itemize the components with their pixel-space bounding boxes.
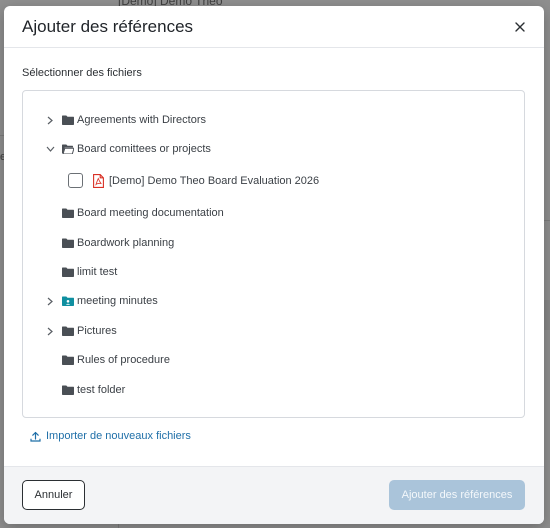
tree-item-agreements-with-directors[interactable]: Agreements with Directors	[23, 110, 323, 130]
tree-item-test-folder[interactable]: test folder	[23, 380, 323, 400]
tree-item-label: Rules of procedure	[77, 354, 170, 366]
close-icon	[515, 22, 525, 32]
tree-item-label: limit test	[77, 266, 118, 278]
file-checkbox[interactable]	[68, 173, 83, 188]
upload-new-files-link[interactable]: Importer de nouveaux fichiers	[30, 430, 191, 442]
chevron-right-icon[interactable]	[45, 296, 55, 306]
dialog-footer: Annuler Ajouter des références	[4, 466, 544, 524]
tree-item-limit-test[interactable]: limit test	[23, 262, 323, 282]
add-references-button[interactable]: Ajouter des références	[389, 480, 525, 510]
tree-item-label: Pictures	[77, 325, 117, 337]
add-references-dialog: Ajouter des références Sélectionner des …	[4, 6, 544, 524]
tree-item-label: Board meeting documentation	[77, 207, 224, 219]
close-button[interactable]	[510, 17, 530, 37]
tree-item-meeting-minutes[interactable]: meeting minutes	[23, 291, 323, 311]
tree-item-label: test folder	[77, 384, 126, 396]
chevron-down-icon[interactable]	[45, 144, 55, 154]
upload-icon	[30, 431, 41, 442]
folder-icon	[62, 115, 74, 125]
tree-item-board-comittees-or-projects[interactable]: Board comittees or projects	[23, 139, 323, 159]
folder-icon	[62, 355, 74, 365]
folder-icon	[62, 267, 74, 277]
file-tree: Agreements with Directors Board comittee…	[22, 90, 525, 418]
tree-item-label: Agreements with Directors	[77, 114, 206, 126]
tree-item-label: [Demo] Demo Theo Board Evaluation 2026	[109, 175, 320, 187]
tree-item-label: meeting minutes	[77, 295, 158, 307]
dialog-header: Ajouter des références	[4, 6, 544, 48]
folder-icon	[62, 238, 74, 248]
chevron-right-icon[interactable]	[45, 115, 55, 125]
cancel-button[interactable]: Annuler	[22, 480, 85, 510]
upload-link-label: Importer de nouveaux fichiers	[46, 430, 191, 442]
select-files-label: Sélectionner des fichiers	[22, 67, 142, 79]
dialog-title: Ajouter des références	[22, 17, 194, 36]
tree-item-board-meeting-documentation[interactable]: Board meeting documentation	[23, 203, 323, 223]
background-divider	[544, 220, 550, 221]
tree-item-label: Boardwork planning	[77, 237, 175, 249]
tree-item-pictures[interactable]: Pictures	[23, 321, 323, 341]
tree-item-rules-of-procedure[interactable]: Rules of procedure	[23, 350, 323, 370]
folder-open-icon	[62, 144, 74, 154]
pdf-icon	[93, 174, 104, 188]
folder-shared-icon	[62, 296, 74, 306]
tree-file-demo-theo-board-evaluation-2026[interactable]: [Demo] Demo Theo Board Evaluation 2026	[23, 171, 323, 191]
tree-item-boardwork-planning[interactable]: Boardwork planning	[23, 233, 323, 253]
folder-icon	[62, 385, 74, 395]
tree-item-label: Board comittees or projects	[77, 143, 211, 155]
folder-icon	[62, 326, 74, 336]
folder-icon	[62, 208, 74, 218]
chevron-right-icon[interactable]	[45, 326, 55, 336]
background-block	[544, 300, 550, 330]
